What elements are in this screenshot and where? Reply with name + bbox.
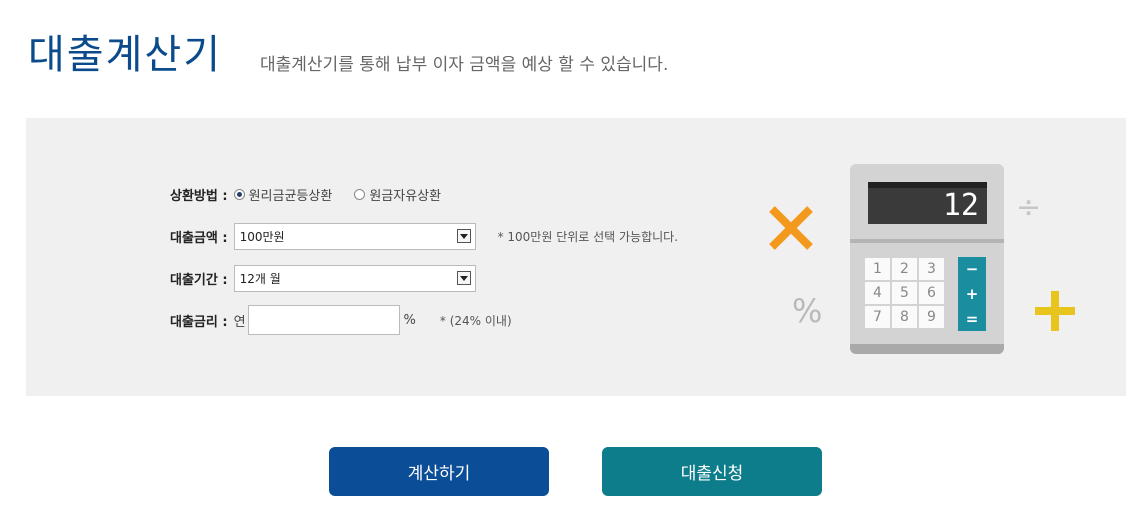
calc-key: 6	[918, 281, 945, 305]
apply-loan-button[interactable]: 대출신청	[602, 447, 822, 496]
calculator-base	[850, 344, 1004, 354]
plus-icon	[1035, 291, 1075, 331]
repayment-row: 상환방법 : 원리금균등상환 원금자유상환	[170, 180, 463, 208]
calc-key: 5	[891, 281, 918, 305]
term-row: 대출기간 : 12개 월	[170, 264, 476, 292]
term-select-value: 12개 월	[239, 271, 281, 286]
radio-equal-installment[interactable]: 원리금균등상환	[233, 185, 333, 204]
page-subtitle: 대출계산기를 통해 납부 이자 금액을 예상 할 수 있습니다.	[260, 55, 669, 75]
equals-icon: =	[965, 309, 979, 328]
rate-hint: * (24% 이내)	[439, 313, 512, 328]
radio-checked-icon[interactable]	[233, 188, 245, 200]
radio-unchecked-icon[interactable]	[354, 188, 366, 200]
amount-row: 대출금액 : 100만원 * 100만원 단위로 선택 가능합니다.	[170, 222, 678, 250]
rate-row: 대출금리 : 연 % * (24% 이내)	[170, 305, 512, 335]
calculator-operator-column: − + =	[958, 257, 986, 331]
repayment-label: 상환방법 :	[170, 188, 228, 204]
rate-unit: %	[403, 312, 416, 328]
calculator-illustration: 12 1 2 3 4 5 6 7 8 9 − + =	[850, 164, 1004, 354]
amount-select[interactable]: 100만원	[233, 222, 476, 250]
calc-key: 2	[891, 257, 918, 281]
amount-hint: * 100만원 단위로 선택 가능합니다.	[497, 229, 679, 244]
multiply-icon	[769, 206, 813, 250]
rate-label: 대출금리 :	[170, 314, 228, 330]
term-select[interactable]: 12개 월	[233, 264, 476, 292]
plus-small-icon: +	[965, 284, 979, 303]
calc-key: 1	[864, 257, 891, 281]
rate-input[interactable]	[247, 305, 400, 335]
repayment-radio-group: 원리금균등상환 원금자유상환	[233, 185, 464, 204]
calculator-display: 12	[868, 182, 987, 224]
page-title: 대출계산기	[28, 32, 222, 78]
radio-free-principal-label: 원금자유상환	[369, 188, 442, 204]
calc-key: 7	[864, 305, 891, 329]
calculator-keypad: 1 2 3 4 5 6 7 8 9	[864, 257, 945, 329]
calc-key: 9	[918, 305, 945, 329]
divide-icon: ÷	[1016, 190, 1042, 225]
calc-key: 4	[864, 281, 891, 305]
percent-icon: %	[792, 292, 823, 330]
calculator-divider	[850, 239, 1004, 243]
amount-label: 대출금액 :	[170, 230, 228, 246]
radio-free-principal[interactable]: 원금자유상환	[354, 185, 441, 204]
calc-key: 3	[918, 257, 945, 281]
radio-equal-installment-label: 원리금균등상환	[248, 188, 333, 204]
rate-prefix: 연	[233, 314, 246, 330]
amount-select-value: 100만원	[239, 229, 285, 244]
term-label: 대출기간 :	[170, 272, 228, 288]
minus-icon: −	[965, 260, 979, 279]
calculate-button[interactable]: 계산하기	[329, 447, 549, 496]
chevron-down-icon[interactable]	[456, 271, 471, 285]
chevron-down-icon[interactable]	[456, 229, 471, 243]
calc-key: 8	[891, 305, 918, 329]
